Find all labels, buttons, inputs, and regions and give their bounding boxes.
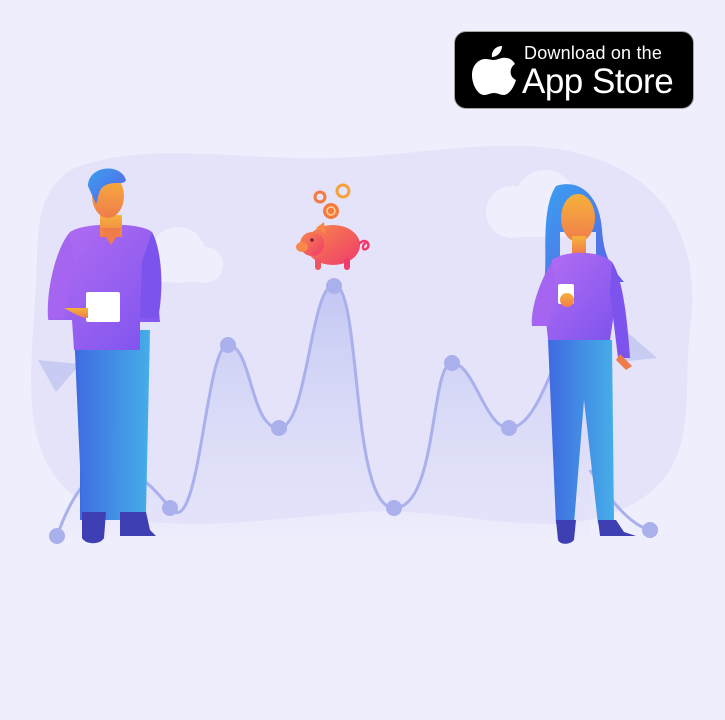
badge-store-name: App Store bbox=[522, 62, 674, 101]
apple-logo-icon bbox=[472, 46, 516, 95]
app-store-badge[interactable]: Download on the App Store bbox=[454, 31, 694, 109]
badge-caption: Download on the bbox=[524, 43, 663, 63]
coin-icon bbox=[323, 203, 339, 219]
